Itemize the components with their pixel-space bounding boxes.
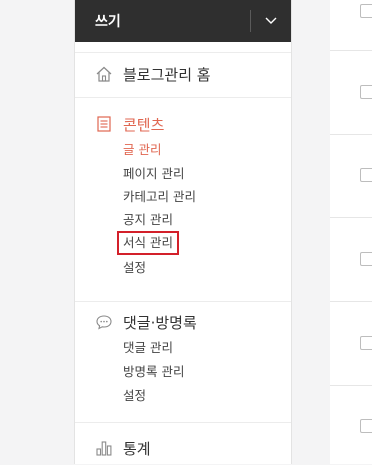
- submenu-page-manage[interactable]: 페이지 관리: [123, 165, 184, 183]
- menu-contents[interactable]: 콘텐츠: [95, 113, 164, 135]
- submenu-comment-manage[interactable]: 댓글 관리: [123, 339, 173, 357]
- section-comments: 댓글·방명록 댓글 관리 방명록 관리 설정: [75, 301, 291, 422]
- section-home: 블로그관리 홈: [75, 52, 291, 97]
- section-stats: 통계: [75, 422, 291, 465]
- row-divider: [330, 50, 372, 51]
- chevron-down-icon: [265, 17, 277, 24]
- speech-bubble-icon: [95, 313, 113, 331]
- row-divider: [330, 134, 372, 135]
- submenu-contents-settings[interactable]: 설정: [123, 259, 146, 277]
- row-checkbox[interactable]: [360, 4, 372, 18]
- section-contents: 콘텐츠 글 관리 페이지 관리 카테고리 관리 공지 관리 서식 관리 설정: [75, 97, 291, 301]
- row-checkbox[interactable]: [360, 85, 372, 99]
- submenu-notice-manage[interactable]: 공지 관리: [123, 211, 173, 229]
- bar-chart-icon: [95, 439, 113, 457]
- menu-stats-label: 통계: [123, 439, 151, 458]
- home-icon: [95, 65, 113, 83]
- menu-contents-label: 콘텐츠: [123, 115, 165, 134]
- menu-blog-home-label: 블로그관리 홈: [123, 65, 211, 84]
- row-checkbox[interactable]: [360, 252, 372, 266]
- menu-blog-home[interactable]: 블로그관리 홈: [95, 63, 211, 85]
- submenu-guestbook-manage[interactable]: 방명록 관리: [123, 363, 184, 381]
- row-divider: [330, 385, 372, 386]
- row-checkbox[interactable]: [360, 419, 372, 433]
- row-divider: [330, 301, 372, 302]
- write-button[interactable]: 쓰기: [75, 0, 250, 42]
- submenu-post-manage[interactable]: 글 관리: [123, 141, 161, 159]
- menu-stats[interactable]: 통계: [95, 437, 151, 459]
- menu-comments-label: 댓글·방명록: [123, 313, 197, 332]
- write-dropdown-button[interactable]: [251, 0, 291, 42]
- row-checkbox[interactable]: [360, 168, 372, 182]
- row-divider: [330, 217, 372, 218]
- write-bar: 쓰기: [75, 0, 291, 42]
- submenu-template-manage[interactable]: 서식 관리: [117, 231, 179, 255]
- admin-sidebar: 쓰기 블로그관리 홈 콘텐츠 글 관리 페이지 관리 카테고리 관리 공지 관리…: [74, 0, 292, 464]
- submenu-category-manage[interactable]: 카테고리 관리: [123, 188, 196, 206]
- menu-comments-guestbook[interactable]: 댓글·방명록: [95, 311, 197, 333]
- submenu-comments-settings[interactable]: 설정: [123, 387, 146, 405]
- row-checkbox[interactable]: [360, 336, 372, 350]
- document-icon: [95, 115, 113, 133]
- post-list-area: [330, 0, 372, 464]
